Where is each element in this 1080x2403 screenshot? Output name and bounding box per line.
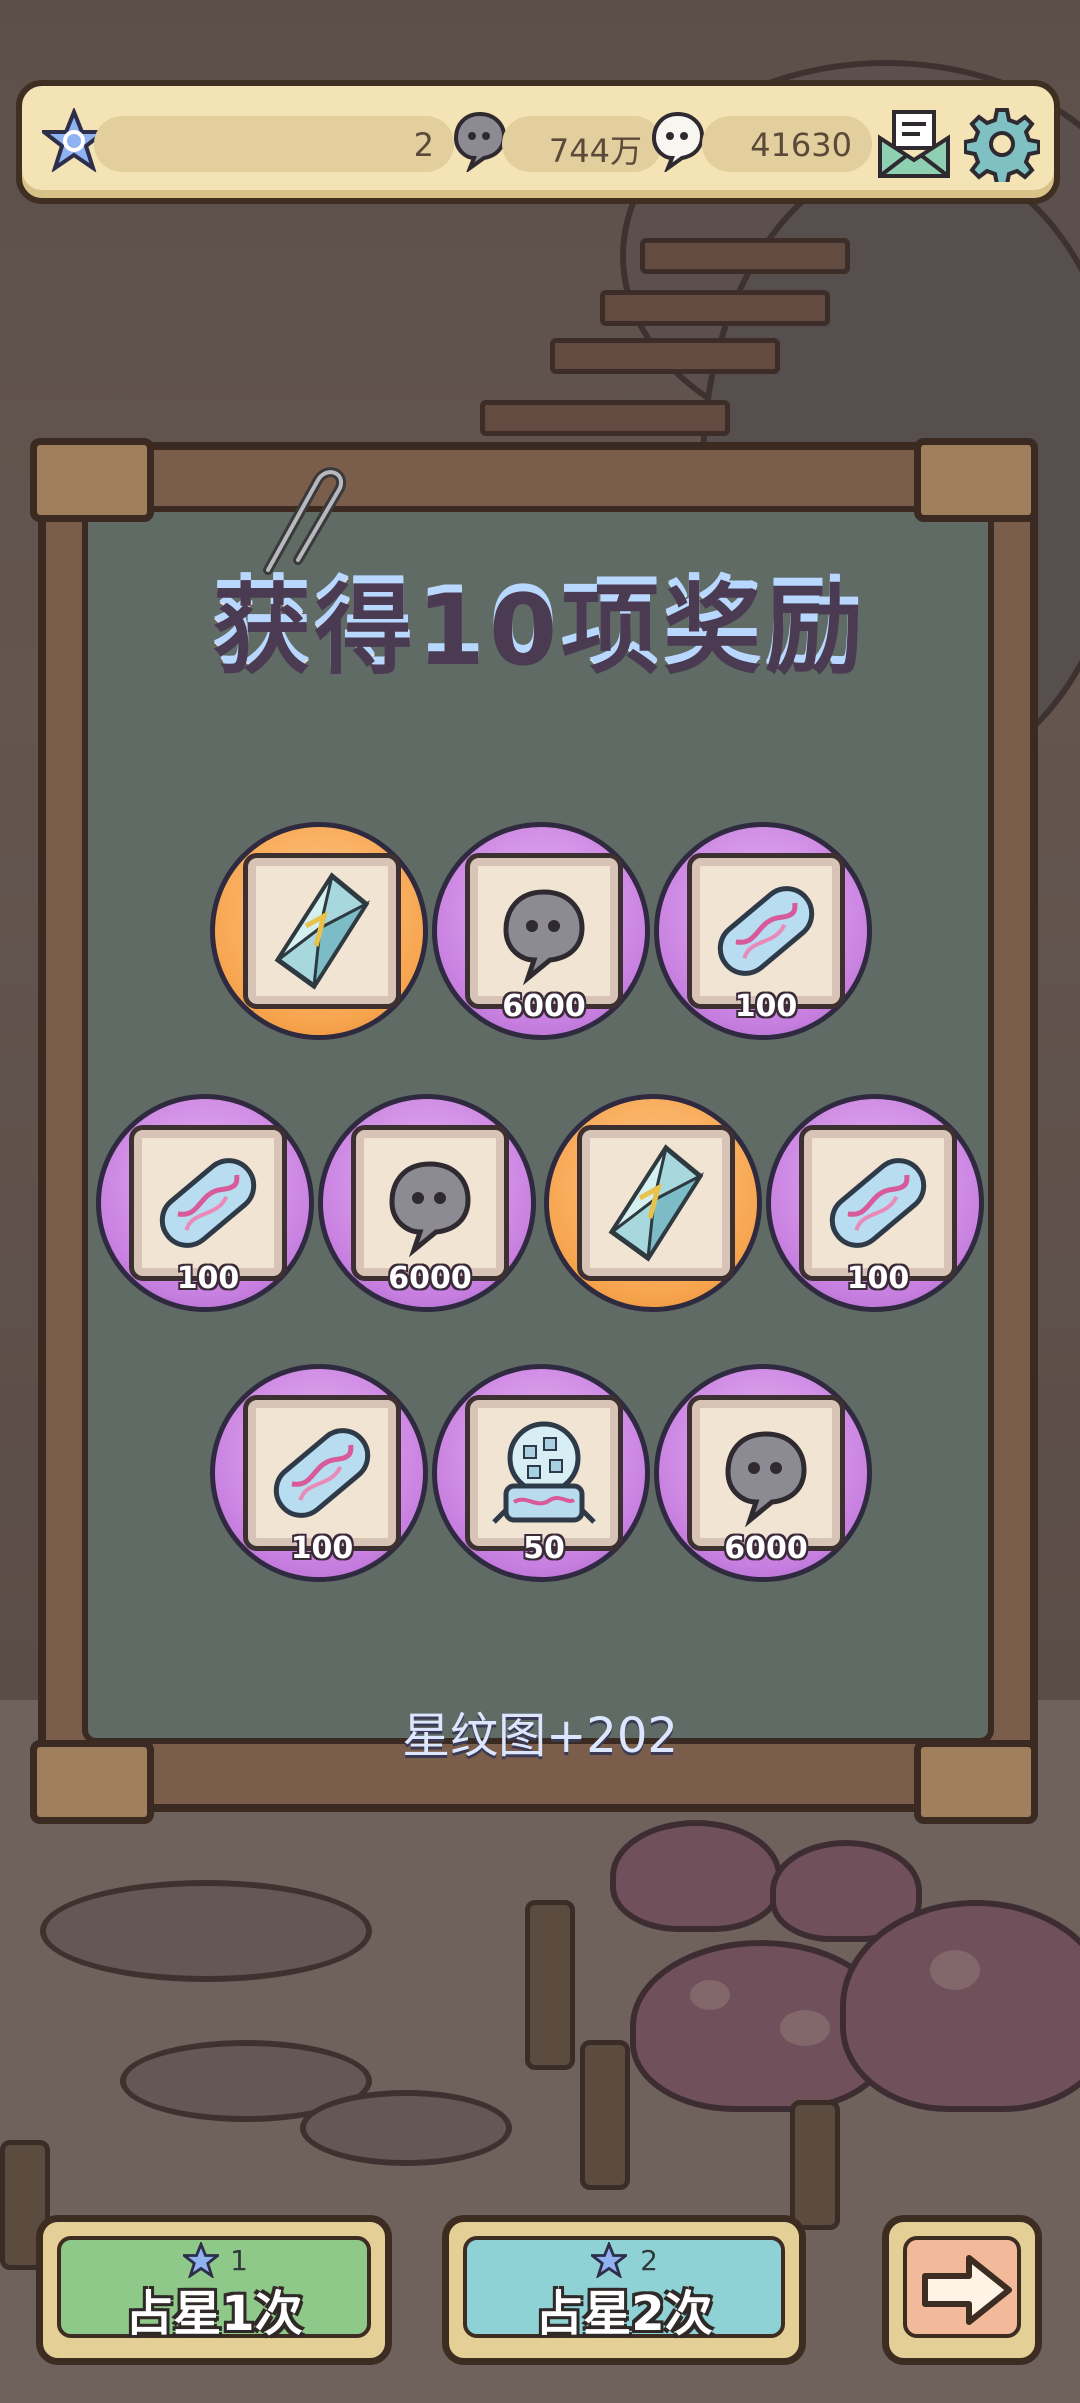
reward-card: [243, 1395, 401, 1551]
reward-slot: 100: [96, 1094, 314, 1312]
reward-card: [577, 1125, 735, 1281]
reward-quantity: 6000: [724, 1531, 808, 1566]
capsule-icon: [829, 1158, 927, 1248]
star-level-pill: 2: [94, 116, 454, 172]
draw-twice-label: 占星2次: [535, 2286, 713, 2342]
coins-pill: 744万: [502, 116, 662, 172]
draw-once-label: 占星1次: [125, 2286, 303, 2342]
draw-once-cost: 1: [230, 2244, 248, 2277]
capsule-icon: [717, 886, 815, 976]
arrow-right-icon: [922, 2255, 1012, 2325]
gear-icon: [964, 108, 1040, 182]
reward-card: [687, 853, 845, 1009]
reward-quantity: 6000: [388, 1261, 472, 1296]
reward-card: [687, 1395, 845, 1551]
reward-quantity: 100: [734, 989, 798, 1024]
reward-slot: 100: [210, 1364, 428, 1582]
reward-slot: 6000: [432, 822, 650, 1040]
reward-card: [465, 853, 623, 1009]
reward-slot: [544, 1094, 762, 1312]
draw-twice-cost: 2: [640, 2244, 658, 2277]
capsule-icon: [159, 1158, 257, 1248]
reward-slot: 100: [654, 822, 872, 1040]
mail-button[interactable]: [874, 104, 954, 184]
reward-quantity: 100: [846, 1261, 910, 1296]
gray-soul-icon: [503, 889, 585, 986]
resource-bar: 2 744万 41630: [16, 80, 1060, 204]
star-chart-bonus: 星纹图+202: [402, 1708, 678, 1764]
crystal-icon: [608, 1144, 705, 1262]
reward-quantity: 100: [290, 1531, 354, 1566]
reward-card: [243, 853, 401, 1009]
reward-slot: 6000: [318, 1094, 536, 1312]
reward-card: [799, 1125, 957, 1281]
settings-button[interactable]: [962, 104, 1042, 184]
frame-corner: [30, 438, 154, 522]
reward-slot: 100: [766, 1094, 984, 1312]
mail-icon: [878, 110, 950, 178]
reward-card: [129, 1125, 287, 1281]
coins-value: 744万: [548, 132, 642, 170]
reward-slot: 50: [432, 1364, 650, 1582]
reward-card: [465, 1395, 623, 1551]
soul-value: 41630: [750, 126, 852, 164]
reward-card: [351, 1125, 509, 1281]
reward-slot: [210, 822, 428, 1040]
draw-twice-button[interactable]: 2 占星2次: [442, 2215, 806, 2365]
next-button[interactable]: [882, 2215, 1042, 2365]
draw-once-button[interactable]: 1 占星1次: [36, 2215, 392, 2365]
crystal-ball-icon: [492, 1421, 596, 1524]
white-soul-icon: [646, 108, 710, 174]
star-count: 2: [413, 126, 434, 164]
reward-quantity: 50: [523, 1531, 565, 1566]
souls-pill: 41630: [702, 116, 872, 172]
crystal-icon: [274, 872, 371, 990]
frame-corner: [914, 438, 1038, 522]
reward-quantity: 100: [176, 1261, 240, 1296]
reward-title: 获得10项奖励: [212, 568, 868, 682]
reward-slot: 6000: [654, 1364, 872, 1582]
reward-quantity: 6000: [502, 989, 586, 1024]
gray-soul-icon: [725, 1431, 807, 1528]
capsule-icon: [273, 1428, 371, 1518]
gray-soul-icon: [389, 1161, 471, 1258]
